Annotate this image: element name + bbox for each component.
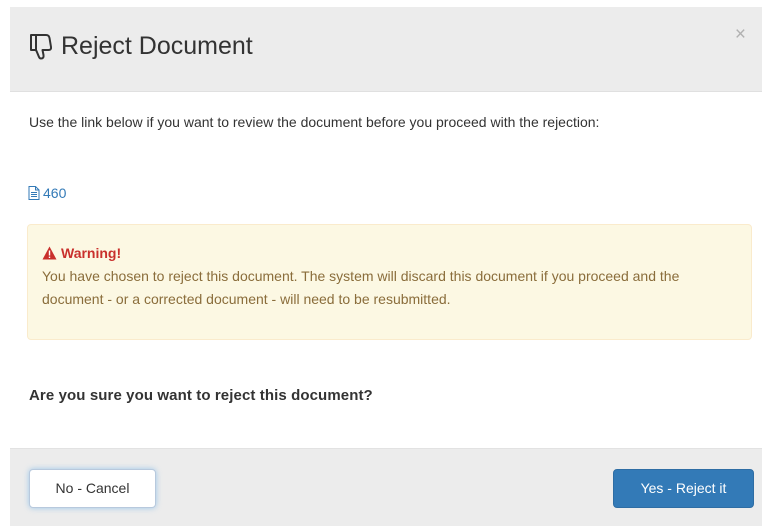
- warning-title-text: Warning!: [61, 245, 122, 261]
- reject-document-dialog: Reject Document × Use the link below if …: [10, 7, 762, 526]
- file-text-icon: [28, 186, 40, 200]
- warning-title: Warning!: [42, 245, 121, 261]
- document-link-label: 460: [43, 185, 67, 201]
- warning-alert: Warning! You have chosen to reject this …: [27, 224, 752, 340]
- thumbs-down-icon: [27, 32, 53, 60]
- intro-text: Use the link below if you want to review…: [29, 114, 600, 130]
- confirmation-question: Are you sure you want to reject this doc…: [29, 387, 373, 404]
- document-link[interactable]: 460: [28, 184, 66, 202]
- warning-text: You have chosen to reject this document.…: [42, 268, 680, 307]
- dialog-title: Reject Document: [27, 29, 253, 63]
- cancel-button[interactable]: No - Cancel: [29, 469, 156, 508]
- close-icon[interactable]: ×: [735, 25, 746, 45]
- dialog-footer: No - Cancel Yes - Reject it: [10, 448, 762, 526]
- warning-triangle-icon: [42, 246, 57, 260]
- reject-button[interactable]: Yes - Reject it: [613, 469, 754, 508]
- dialog-header: Reject Document ×: [10, 7, 762, 92]
- dialog-title-text: Reject Document: [61, 32, 253, 60]
